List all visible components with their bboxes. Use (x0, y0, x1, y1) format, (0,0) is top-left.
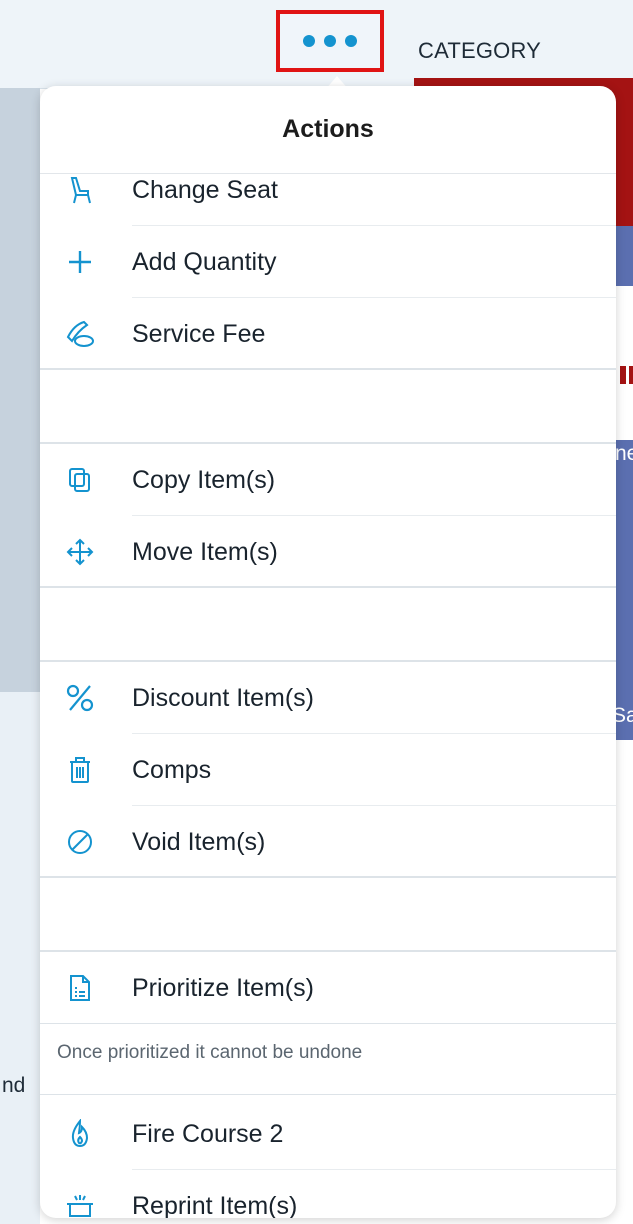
more-horizontal-icon-dot (345, 35, 357, 47)
menu-item-prioritize-items[interactable]: Prioritize Item(s) (40, 952, 616, 1024)
actions-popover: Actions Change Seat Add Quantity Service… (40, 86, 616, 1218)
service-fee-icon (64, 318, 96, 350)
group-separator (40, 368, 616, 444)
menu-item-add-quantity[interactable]: Add Quantity (40, 226, 616, 298)
prioritize-document-icon (64, 972, 96, 1004)
void-circle-icon (64, 826, 96, 858)
background-left-panel-lower (0, 692, 40, 1224)
chair-icon (64, 174, 96, 206)
category-tab-label[interactable]: CATEGORY (418, 38, 541, 64)
menu-item-label: Void Item(s) (132, 828, 266, 856)
printer-icon (64, 1190, 96, 1218)
background-text-fragment: ne (615, 442, 633, 465)
more-horizontal-icon-dot (324, 35, 336, 47)
prioritize-note: Once prioritized it cannot be undone (57, 1042, 363, 1063)
trash-icon (64, 754, 96, 786)
more-options-button[interactable] (276, 10, 384, 90)
top-bar: CATEGORY (0, 0, 633, 90)
menu-item-label: Move Item(s) (132, 538, 278, 566)
menu-item-label: Add Quantity (132, 248, 277, 276)
flame-icon (64, 1118, 96, 1150)
move-arrows-icon (64, 536, 96, 568)
menu-item-change-seat[interactable]: Change Seat (40, 154, 616, 226)
percent-icon (64, 682, 96, 714)
more-horizontal-icon (303, 35, 315, 47)
plus-icon (64, 246, 96, 278)
menu-item-label: Change Seat (132, 176, 278, 204)
group-separator (40, 586, 616, 662)
menu-item-label: Discount Item(s) (132, 684, 314, 712)
divider (40, 1094, 616, 1095)
copy-icon (64, 464, 96, 496)
menu-item-fire-course-2[interactable]: Fire Course 2 (40, 1098, 616, 1170)
menu-item-copy-items[interactable]: Copy Item(s) (40, 444, 616, 516)
menu-item-comps[interactable]: Comps (40, 734, 616, 806)
menu-item-label: Reprint Item(s) (132, 1192, 298, 1218)
menu-item-service-fee[interactable]: Service Fee (40, 298, 616, 370)
menu-item-label: Comps (132, 756, 212, 784)
divider (40, 1023, 616, 1024)
menu-item-reprint-items[interactable]: Reprint Item(s) (40, 1170, 616, 1218)
menu-item-move-items[interactable]: Move Item(s) (40, 516, 616, 588)
menu-item-discount-items[interactable]: Discount Item(s) (40, 662, 616, 734)
menu-item-void-items[interactable]: Void Item(s) (40, 806, 616, 878)
background-text-fragment: nd (2, 1074, 26, 1097)
menu-item-label: Service Fee (132, 320, 266, 348)
menu-item-label: Prioritize Item(s) (132, 974, 314, 1002)
background-left-panel (0, 88, 40, 692)
menu-item-label: Copy Item(s) (132, 466, 276, 494)
menu-item-label: Fire Course 2 (132, 1120, 284, 1148)
group-separator (40, 876, 616, 952)
